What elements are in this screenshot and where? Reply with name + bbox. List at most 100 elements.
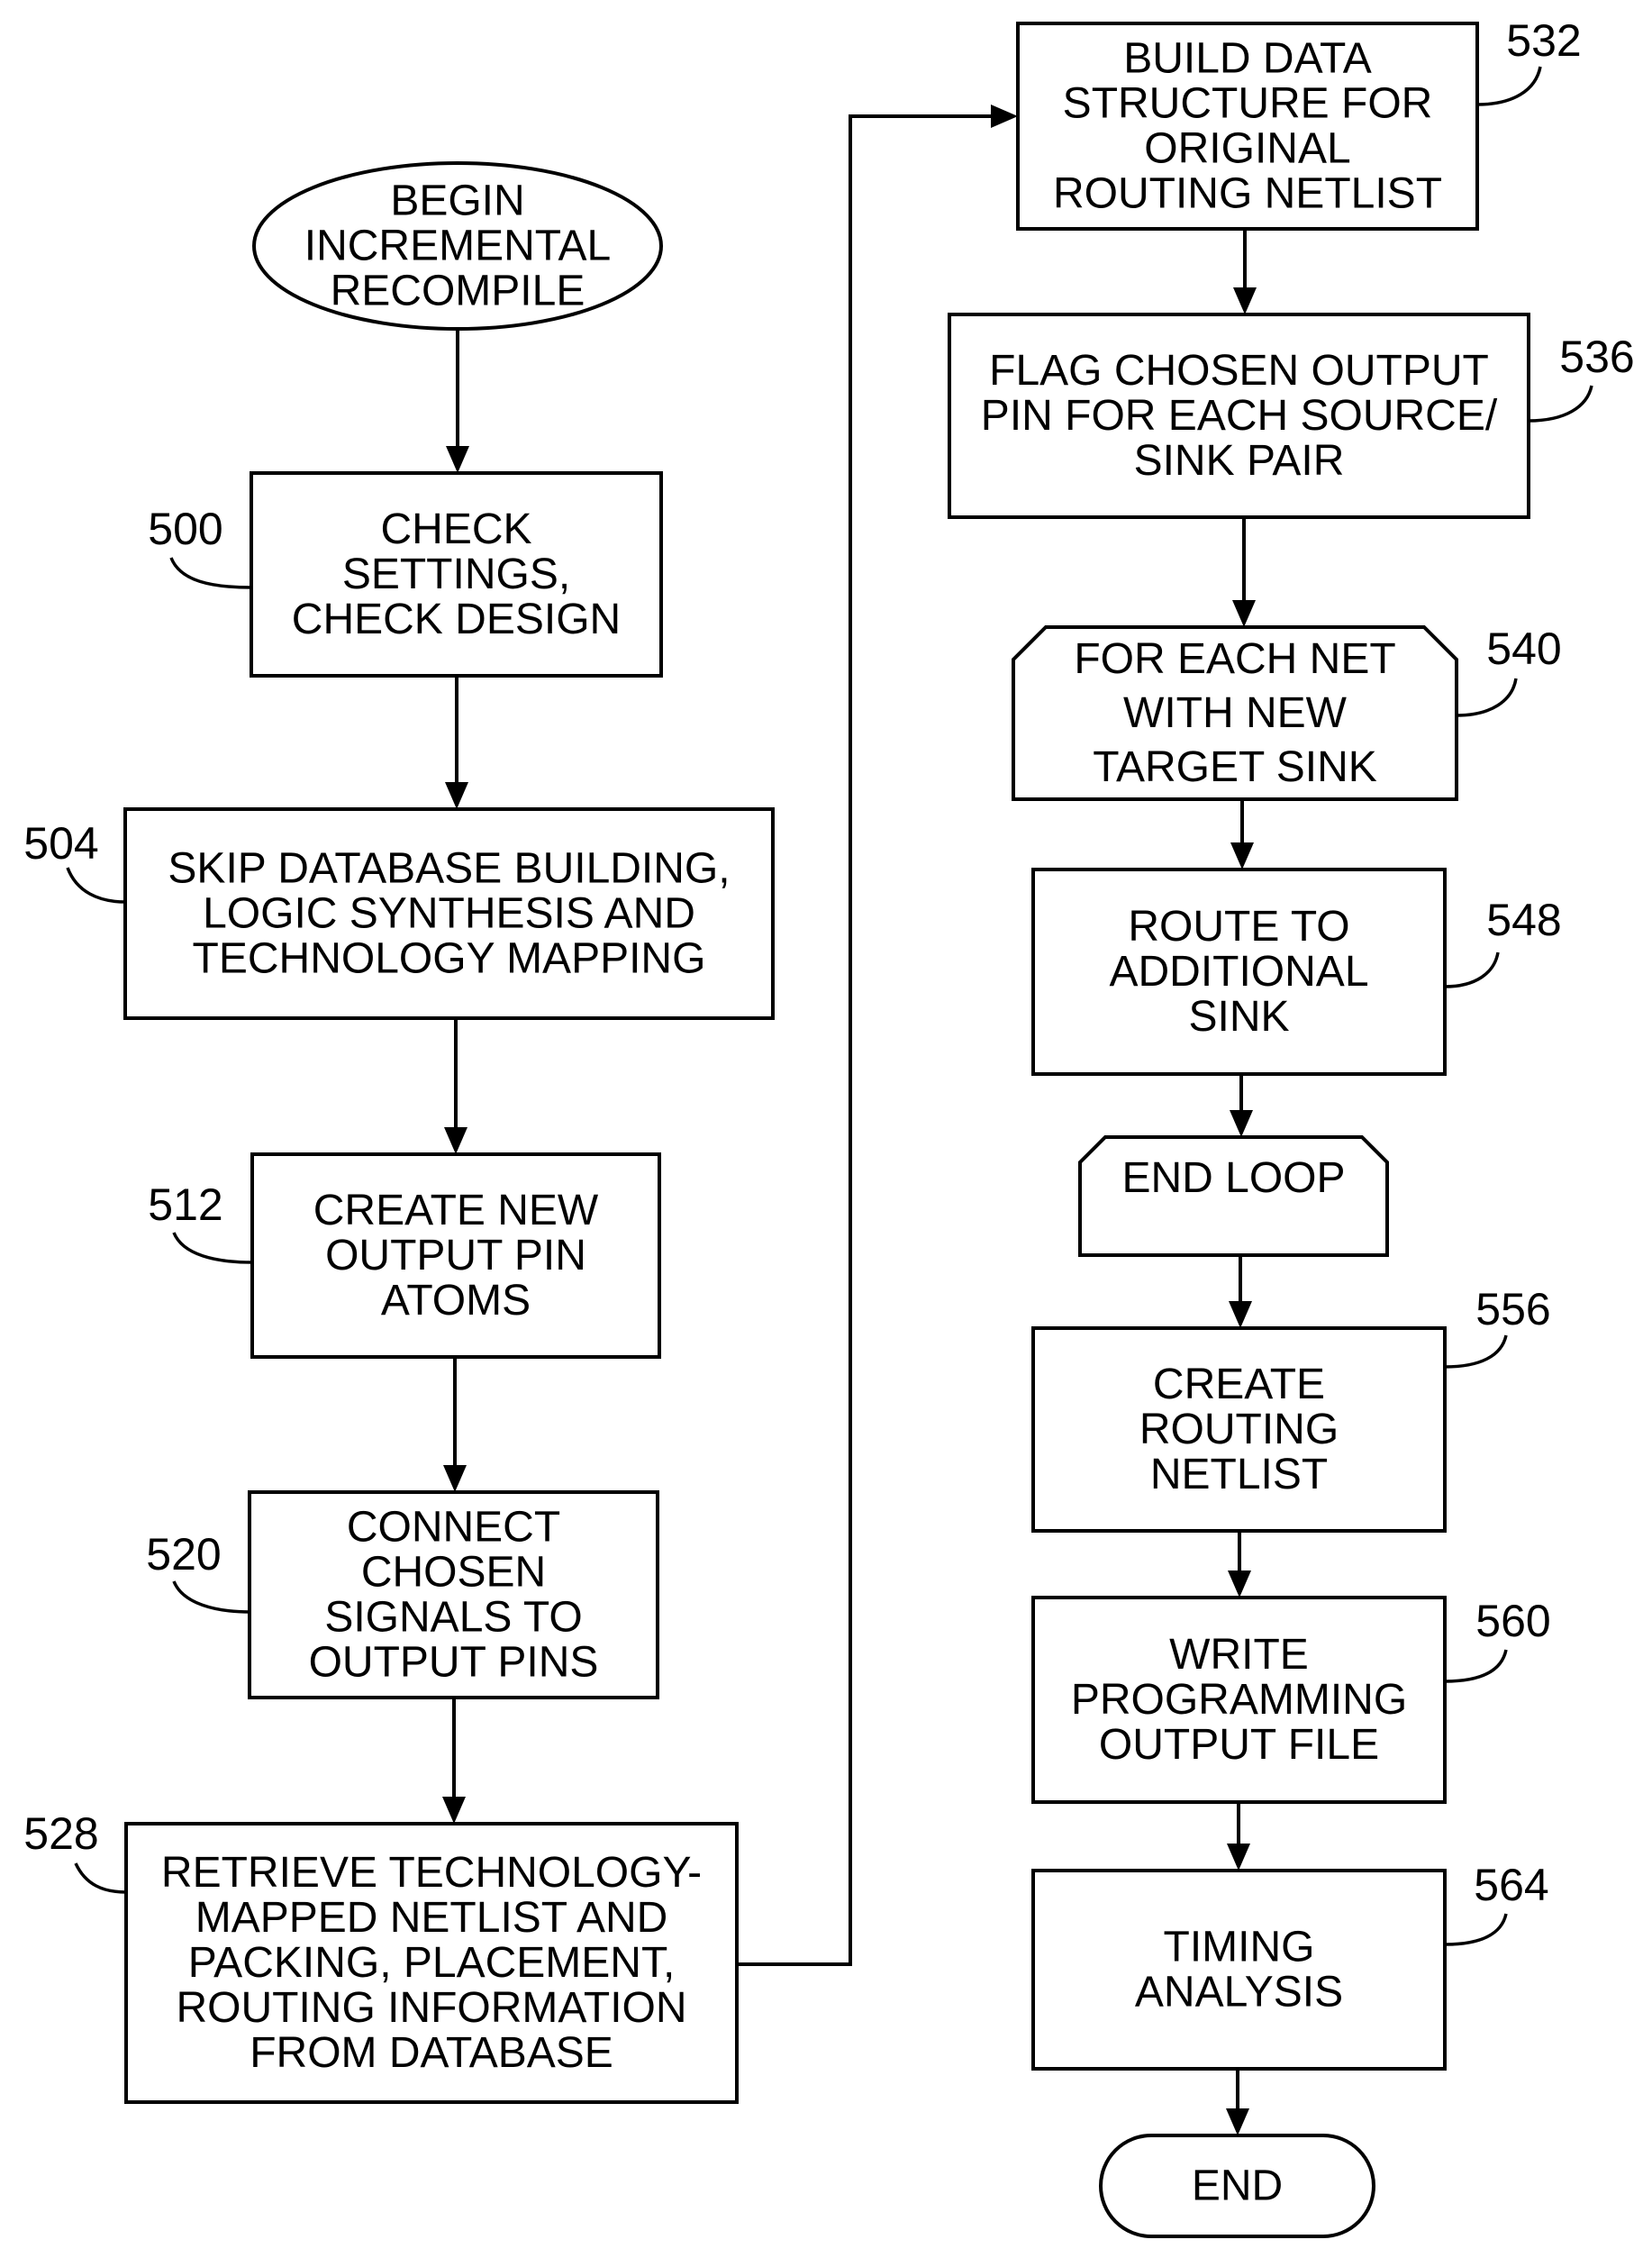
node-text-line: OUTPUT PINS xyxy=(309,1639,599,1687)
arrowhead-icon xyxy=(1233,287,1257,314)
node-500: CHECKSETTINGS,CHECK DESIGN xyxy=(250,471,663,678)
reference-numeral-text: 564 xyxy=(1474,1860,1548,1910)
node-text-line: SETTINGS, xyxy=(342,551,570,598)
leader-line xyxy=(1476,66,1542,106)
reference-numeral-512: 512 xyxy=(148,1179,253,1264)
leader-line xyxy=(1444,951,1500,988)
edge-512-to-520 xyxy=(443,1357,467,1492)
node-text-line: ROUTING xyxy=(1139,1406,1339,1453)
node-548: ROUTE TOADDITIONALSINK xyxy=(1031,868,1447,1076)
node-text-line: CREATE NEW xyxy=(313,1187,599,1234)
edge-504-to-512 xyxy=(444,1018,467,1154)
reference-numeral-text: 536 xyxy=(1559,332,1634,382)
node-text-line: MAPPED NETLIST AND xyxy=(195,1894,668,1942)
leader-line xyxy=(66,867,126,904)
arrowhead-icon xyxy=(1230,842,1254,869)
node-text-line: INCREMENTAL xyxy=(304,223,611,270)
node-begin: BEGININCREMENTALRECOMPILE xyxy=(252,161,663,331)
node-text-line: ORIGINAL xyxy=(1144,125,1350,173)
node-text-line: RECOMPILE xyxy=(331,268,585,315)
reference-numeral-528: 528 xyxy=(23,1808,127,1894)
flowchart-canvas: BEGININCREMENTALRECOMPILECHECKSETTINGS,C… xyxy=(23,15,1635,2238)
node-text-line: SKIP DATABASE BUILDING, xyxy=(168,845,730,893)
node-556: CREATEROUTINGNETLIST xyxy=(1031,1326,1447,1533)
node-text-line: LOGIC SYNTHESIS AND xyxy=(203,890,695,938)
node-text-line: RETRIEVE TECHNOLOGY- xyxy=(161,1849,702,1897)
node-text-line: CONNECT xyxy=(347,1504,560,1552)
edge-556-to-560 xyxy=(1228,1531,1251,1598)
node-end: END xyxy=(1099,2134,1375,2238)
leader-line xyxy=(1528,385,1593,423)
leader-line xyxy=(169,557,252,589)
node-text-line: PIN FOR EACH SOURCE/ xyxy=(981,392,1498,440)
node-text-line: ADDITIONAL xyxy=(1109,948,1368,996)
arrowhead-icon xyxy=(444,1127,467,1154)
node-text-line: CHECK DESIGN xyxy=(292,596,621,643)
node-text-line: SINK PAIR xyxy=(1134,437,1345,485)
reference-numeral-text: 548 xyxy=(1486,895,1561,945)
node-text-line: TIMING xyxy=(1164,1924,1315,1971)
node-text-line: PACKING, PLACEMENT, xyxy=(188,1939,676,1987)
reference-numeral-text: 528 xyxy=(23,1808,98,1859)
node-text-line: OUTPUT PIN xyxy=(325,1232,586,1279)
reference-numeral-text: 540 xyxy=(1486,624,1561,674)
reference-numeral-text: 500 xyxy=(148,504,222,554)
edge-532-to-536 xyxy=(1233,229,1257,314)
node-text-line: STRUCTURE FOR xyxy=(1063,80,1433,128)
node-text-line: FROM DATABASE xyxy=(250,2029,613,2077)
node-text-line: BUILD DATA xyxy=(1123,35,1372,83)
reference-numeral-560: 560 xyxy=(1444,1596,1551,1683)
node-text-line: TARGET SINK xyxy=(1093,743,1377,791)
reference-numeral-548: 548 xyxy=(1444,895,1562,988)
reference-numeral-text: 532 xyxy=(1506,15,1581,66)
node-512: CREATE NEWOUTPUT PINATOMS xyxy=(250,1152,661,1359)
node-528: RETRIEVE TECHNOLOGY-MAPPED NETLIST ANDPA… xyxy=(124,1822,739,2104)
leader-line xyxy=(1444,1913,1508,1946)
node-text-line: FOR EACH NET xyxy=(1074,635,1395,683)
node-text-line: END xyxy=(1192,2162,1283,2210)
leader-line xyxy=(1456,678,1518,717)
arrowhead-icon xyxy=(1230,1110,1253,1137)
node-text-line: ROUTING NETLIST xyxy=(1053,170,1442,218)
reference-numeral-556: 556 xyxy=(1444,1284,1551,1369)
arrowhead-icon xyxy=(443,1465,467,1492)
reference-numeral-520: 520 xyxy=(146,1529,250,1614)
node-564: TIMINGANALYSIS xyxy=(1031,1869,1447,2071)
node-endloop: END LOOP xyxy=(1078,1135,1389,1257)
node-532: BUILD DATASTRUCTURE FORORIGINALROUTING N… xyxy=(1016,22,1479,231)
arrowhead-icon xyxy=(1226,2108,1249,2135)
reference-numeral-564: 564 xyxy=(1444,1860,1549,1946)
node-text-line: FLAG CHOSEN OUTPUT xyxy=(989,347,1489,395)
leader-line xyxy=(172,1580,250,1614)
node-text-line: NETLIST xyxy=(1150,1451,1328,1498)
arrowhead-icon xyxy=(1227,1844,1250,1871)
arrowhead-icon xyxy=(991,105,1018,128)
arrowhead-icon xyxy=(1228,1571,1251,1598)
arrowhead-icon xyxy=(442,1797,466,1824)
leader-line xyxy=(1444,1649,1508,1683)
reference-numeral-500: 500 xyxy=(148,504,252,589)
edge-548-to-endloop xyxy=(1230,1074,1253,1137)
edge-begin-to-500 xyxy=(446,329,469,473)
node-text-line: END LOOP xyxy=(1121,1154,1345,1202)
node-540: FOR EACH NET WITH NEW TARGET SINK xyxy=(1012,625,1458,801)
edge-560-to-564 xyxy=(1227,1802,1250,1871)
node-text-line: OUTPUT FILE xyxy=(1099,1721,1379,1769)
node-text-line: WITH NEW xyxy=(1123,689,1348,737)
node-text-line: BEGIN xyxy=(390,178,524,225)
reference-numeral-540: 540 xyxy=(1456,624,1562,717)
leader-line xyxy=(172,1232,253,1264)
reference-numeral-536: 536 xyxy=(1528,332,1635,423)
edge-500-to-504 xyxy=(445,676,468,809)
node-text-line: ATOMS xyxy=(381,1277,531,1325)
node-text-line: CHECK xyxy=(380,505,531,553)
reference-numeral-text: 560 xyxy=(1475,1596,1550,1646)
node-text-line: ROUTING INFORMATION xyxy=(176,1984,686,2032)
reference-numeral-504: 504 xyxy=(23,818,126,904)
edge-536-to-540 xyxy=(1232,517,1256,627)
reference-numeral-text: 556 xyxy=(1475,1284,1550,1334)
node-text-line: SIGNALS TO xyxy=(324,1594,582,1642)
arrowhead-icon xyxy=(445,782,468,809)
node-text-line: ROUTE TO xyxy=(1128,903,1349,951)
node-text-line: PROGRAMMING xyxy=(1071,1676,1407,1724)
